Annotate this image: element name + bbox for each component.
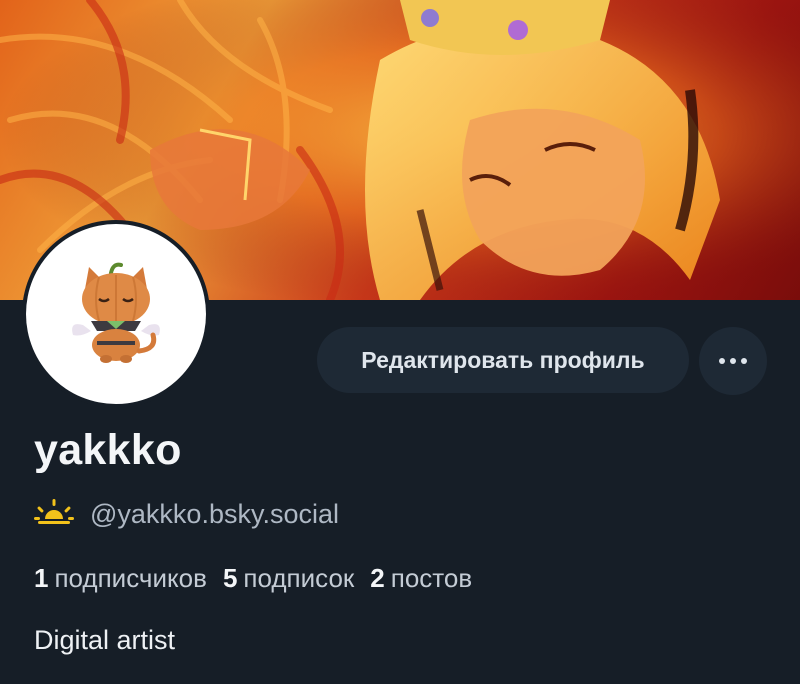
edit-profile-button[interactable]: Редактировать профиль [317,327,689,393]
display-name: yakkko [34,426,182,474]
posts-count: 2 [370,563,385,593]
following-stat[interactable]: 5 подписок [223,563,354,594]
profile-stats: 1 подписчиков 5 подписок 2 постов [34,563,488,594]
posts-label: постов [390,563,473,593]
following-count: 5 [222,563,238,593]
followers-label: подписчиков [54,563,207,593]
profile-handle: @yakkko.bsky.social [90,499,339,529]
following-label: подписок [243,563,355,593]
avatar[interactable] [22,220,210,408]
profile-bio: Digital artist [34,625,176,655]
posts-stat: 2 постов [370,563,472,594]
ellipsis-icon [718,352,748,370]
followers-stat[interactable]: 1 подписчиков [34,563,207,594]
handle-row: @yakkko.bsky.social [34,497,339,532]
pumpkin-cat-avatar-icon [26,224,206,404]
sun-icon [34,497,74,532]
more-options-button[interactable] [699,327,767,395]
followers-count: 1 [34,563,49,593]
